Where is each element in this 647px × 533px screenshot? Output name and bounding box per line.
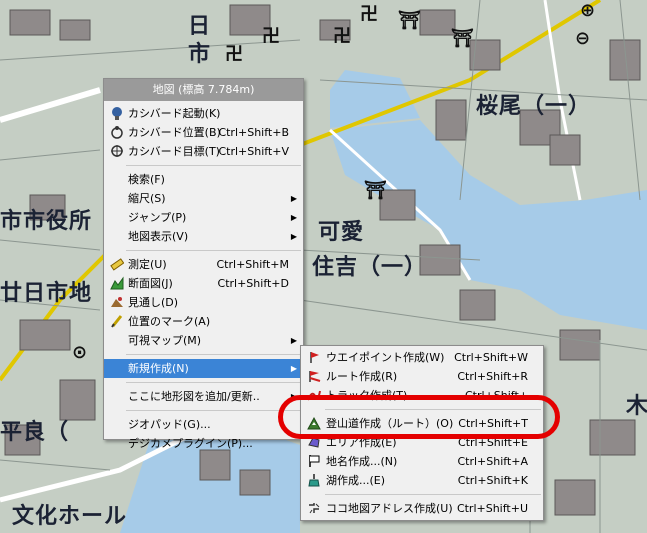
submenu-arrow-icon: ▶ (290, 364, 297, 373)
map-address-icon (306, 501, 321, 516)
ruler-icon (109, 257, 124, 272)
red-annotation-ring (278, 395, 560, 439)
map-label-sumiyoshi: 住吉（一） (312, 254, 428, 280)
kashmir-target-icon (109, 144, 124, 159)
menu-item-label: カシバード位置(B) (128, 126, 221, 139)
menu-item-label: 可視マップ(M) (128, 334, 202, 347)
submenu-arrow-icon: ▶ (290, 213, 297, 222)
menu-item-kashmir-target[interactable]: カシバード目標(T) Ctrl+Shift+V (104, 142, 303, 161)
temple-icon: 卍 (225, 44, 243, 65)
menu-item-position-mark[interactable]: 位置のマーク(A) (104, 312, 303, 331)
menu-item-add-topo-map[interactable]: ここに地形図を追加/更新.. ▶ (104, 387, 303, 406)
submenu-item-map-address[interactable]: ココ地図アドレス作成(U) Ctrl+Shift+U (301, 499, 543, 518)
menu-item-geopad[interactable]: ジオパッド(G)... (104, 415, 303, 434)
temple-icon: 卍 (333, 26, 351, 47)
menu-title-elevation: 地図 (標高 7.784m) (104, 79, 303, 101)
waypoint-icon (306, 350, 321, 365)
map-context-menu: 地図 (標高 7.784m) カシバード起動(K) カシバード位置(B) Ctr… (103, 78, 304, 450)
menu-item-search[interactable]: 検索(F) (104, 170, 303, 189)
route-icon (306, 369, 321, 384)
submenu-arrow-icon: ▶ (290, 336, 297, 345)
menu-item-label: カシバード目標(T) (128, 145, 220, 158)
map-label-ichi: 市 (188, 41, 212, 67)
menu-item-shortcut: Ctrl+Shift+V (218, 145, 289, 158)
menu-item-label: カシバード起動(K) (128, 107, 221, 120)
map-label-taira: 平良（ (0, 419, 70, 445)
menu-item-measure[interactable]: 測定(U) Ctrl+Shift+M (104, 255, 303, 274)
menu-item-jump[interactable]: ジャンプ(P) ▶ (104, 208, 303, 227)
menu-item-cross-section[interactable]: 断面図(J) Ctrl+Shift+D (104, 274, 303, 293)
position-mark-icon (109, 314, 124, 329)
menu-item-label: ジャンプ(P) (128, 211, 187, 224)
menu-separator (126, 382, 301, 383)
menu-item-shortcut: Ctrl+Shift+W (454, 351, 528, 364)
menu-separator (126, 165, 301, 166)
menu-item-shortcut: Ctrl+Shift+U (456, 502, 528, 515)
shrine-icon: ⛩ (451, 28, 474, 49)
menu-item-shortcut: Ctrl+Shift+R (457, 370, 528, 383)
menu-item-label: 検索(F) (128, 173, 165, 186)
menu-item-new[interactable]: 新規作成(N) ▶ (104, 359, 303, 378)
menu-item-kashmir-position[interactable]: カシバード位置(B) Ctrl+Shift+B (104, 123, 303, 142)
menu-item-shortcut: Ctrl+Shift+A (457, 455, 528, 468)
menu-item-label: ジオパッド(G)... (128, 418, 211, 431)
menu-item-label: ルート作成(R) (326, 370, 398, 383)
menu-item-map-display[interactable]: 地図表示(V) ▶ (104, 227, 303, 246)
menu-item-scale[interactable]: 縮尺(S) ▶ (104, 189, 303, 208)
menu-item-digicam-plugin[interactable]: デジカメプラグイン(P)... (104, 434, 303, 453)
place-name-flag-icon (306, 454, 321, 469)
menu-item-label: 断面図(J) (128, 277, 173, 290)
hospital-icon: ⊕ (580, 0, 596, 21)
menu-item-visibility-map[interactable]: 可視マップ(M) ▶ (104, 331, 303, 350)
shrine-icon: ⛩ (364, 180, 387, 201)
temple-icon: 卍 (262, 26, 280, 47)
map-symbol-icon: ⊙ (72, 342, 88, 363)
menu-item-label: 地図表示(V) (128, 230, 189, 243)
menu-item-label: 測定(U) (128, 258, 167, 271)
menu-item-label: デジカメプラグイン(P)... (128, 437, 253, 450)
submenu-arrow-icon: ▶ (290, 194, 297, 203)
kashmir-launch-icon (109, 106, 124, 121)
menu-item-label: 位置のマーク(A) (128, 315, 211, 328)
submenu-item-waypoint[interactable]: ウエイポイント作成(W) Ctrl+Shift+W (301, 348, 543, 367)
post-office-icon: ⊖ (575, 28, 591, 49)
submenu-arrow-icon: ▶ (290, 232, 297, 241)
temple-icon: 卍 (360, 4, 378, 25)
kashmir-position-icon (109, 125, 124, 140)
map-label-city-hall: 市市役所 (0, 208, 93, 234)
submenu-item-lake[interactable]: 湖作成...(E) Ctrl+Shift+K (301, 471, 543, 490)
menu-item-label: 見通し(D) (128, 296, 179, 309)
menu-item-shortcut: Ctrl+Shift+B (218, 126, 289, 139)
cross-section-icon (109, 276, 124, 291)
map-label-kawai: 可愛 (318, 219, 365, 245)
menu-item-label: ここに地形図を追加/更新.. (128, 390, 260, 403)
menu-item-shortcut: Ctrl+Shift+K (457, 474, 528, 487)
menu-separator (126, 410, 301, 411)
menu-item-shortcut: Ctrl+Shift+D (217, 277, 289, 290)
menu-separator (126, 354, 301, 355)
lake-icon (306, 473, 321, 488)
menu-item-kashmir-launch[interactable]: カシバード起動(K) (104, 104, 303, 123)
menu-item-label: ウエイポイント作成(W) (326, 351, 445, 364)
menu-item-shortcut: Ctrl+Shift+M (216, 258, 290, 271)
menu-item-label: ココ地図アドレス作成(U) (326, 502, 453, 515)
map-label-bunka-hall: 文化ホール (12, 503, 128, 529)
map-label-ki: 木 (626, 393, 647, 419)
menu-item-label: 地名作成...(N) (326, 455, 398, 468)
map-label-sakurao: 桜尾（一） (476, 93, 592, 119)
submenu-item-place-name[interactable]: 地名作成...(N) Ctrl+Shift+A (301, 452, 543, 471)
menu-item-line-of-sight[interactable]: 見通し(D) (104, 293, 303, 312)
shrine-icon: ⛩ (398, 10, 421, 31)
menu-separator (126, 250, 301, 251)
map-label-hatsukaichi: 廿日市地 (0, 280, 93, 306)
menu-item-label: 縮尺(S) (128, 192, 166, 205)
submenu-item-route[interactable]: ルート作成(R) Ctrl+Shift+R (301, 367, 543, 386)
menu-separator (325, 494, 541, 495)
menu-item-label: 新規作成(N) (128, 362, 189, 375)
line-of-sight-icon (109, 295, 124, 310)
menu-item-label: 湖作成...(E) (326, 474, 386, 487)
